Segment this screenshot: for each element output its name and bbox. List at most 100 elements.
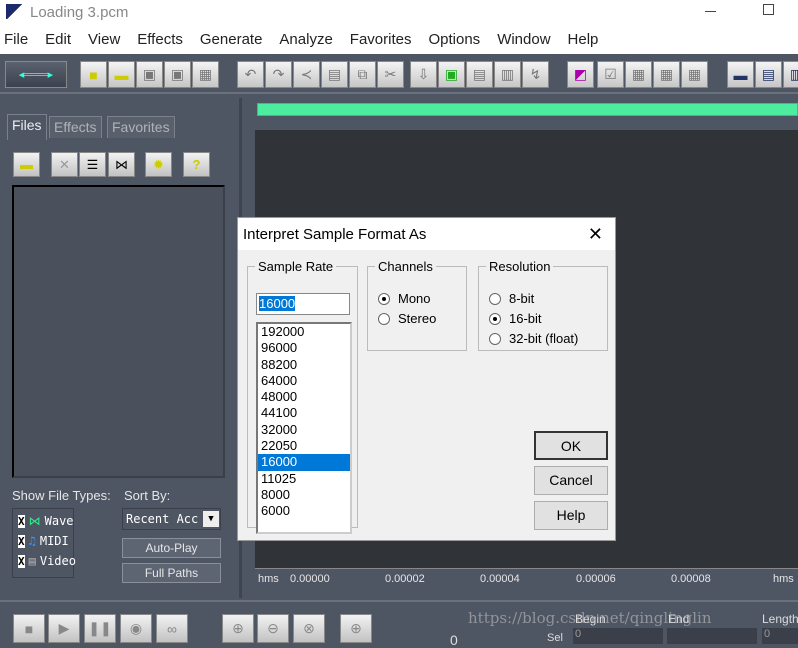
menu-options[interactable]: Options <box>428 31 480 48</box>
sample-rate-option[interactable]: 6000 <box>258 503 350 519</box>
insert-button[interactable]: ☰ <box>79 152 106 177</box>
auto-play-button[interactable]: Auto-Play <box>122 538 221 558</box>
save-all-button[interactable]: ▦ <box>192 61 219 88</box>
sample-rate-option[interactable]: 16000 <box>258 454 350 471</box>
menu-generate[interactable]: Generate <box>200 31 263 48</box>
minimize-icon[interactable] <box>705 11 716 12</box>
cut-button[interactable]: ✂ <box>377 61 404 88</box>
insert-multitrack-button[interactable]: ⋈ <box>108 152 135 177</box>
close-file-button[interactable]: ✕ <box>51 152 78 177</box>
checkbox-midi[interactable]: X <box>18 534 25 548</box>
maximize-icon[interactable] <box>763 4 774 15</box>
full-paths-button[interactable]: Full Paths <box>122 563 221 583</box>
close-icon[interactable]: ✕ <box>588 224 603 245</box>
tab-effects[interactable]: Effects <box>49 116 102 138</box>
ok-button[interactable]: OK <box>534 431 608 460</box>
open-button[interactable]: ▬ <box>108 61 135 88</box>
pause-button[interactable]: ❚❚ <box>84 614 116 643</box>
cancel-button[interactable]: Cancel <box>534 466 608 495</box>
sample-rate-option[interactable]: 44100 <box>258 405 350 421</box>
file-list[interactable] <box>12 185 225 478</box>
spectral-button[interactable]: ◩ <box>567 61 594 88</box>
sample-rate-option[interactable]: 32000 <box>258 422 350 438</box>
checkbox-video[interactable]: X <box>18 554 25 568</box>
sample-rate-option[interactable]: 22050 <box>258 438 350 454</box>
radio-32bit-float[interactable]: 32-bit (float) <box>489 331 578 346</box>
zoom-full-button[interactable]: ⊗ <box>293 614 325 643</box>
sample-rate-option[interactable]: 48000 <box>258 389 350 405</box>
checkbox-wave[interactable]: X <box>18 514 25 528</box>
chevron-down-icon[interactable]: ▼ <box>203 511 219 527</box>
sample-rate-option[interactable]: 11025 <box>258 471 350 487</box>
zoom-in-button[interactable]: ⊕ <box>222 614 254 643</box>
check-button[interactable]: ☑ <box>597 61 624 88</box>
select-button[interactable]: ↯ <box>522 61 549 88</box>
sel-length-field[interactable]: 0 <box>762 628 798 644</box>
menu-analyze[interactable]: Analyze <box>279 31 332 48</box>
help-button[interactable]: Help <box>534 501 608 530</box>
paste-new-button[interactable]: ▣ <box>438 61 465 88</box>
menu-help[interactable]: Help <box>568 31 599 48</box>
radio-circle[interactable] <box>489 292 501 305</box>
sample-rate-option[interactable]: 192000 <box>258 324 350 340</box>
sel-end-field[interactable] <box>667 628 757 644</box>
sort-by-select[interactable]: Recent Acc ▼ <box>122 508 221 530</box>
redo-button[interactable]: ↷ <box>265 61 292 88</box>
radio-circle[interactable] <box>489 312 501 325</box>
file-type-wave[interactable]: X ⋈ Wave <box>18 511 74 531</box>
tab-files[interactable]: Files <box>7 114 47 140</box>
help-button[interactable]: ? <box>183 152 210 177</box>
stop-button[interactable]: ■ <box>13 614 45 643</box>
radio-mono[interactable]: Mono <box>378 291 431 306</box>
sample-rate-option[interactable]: 88200 <box>258 357 350 373</box>
view1-button[interactable]: ▬ <box>727 61 754 88</box>
grid3-button[interactable]: ▦ <box>681 61 708 88</box>
radio-circle[interactable] <box>489 332 501 345</box>
sample-rate-input[interactable]: 16000 <box>256 293 350 315</box>
save-as-button[interactable]: ▣ <box>164 61 191 88</box>
radio-circle[interactable] <box>378 312 390 325</box>
loop-button[interactable]: ∞ <box>156 614 188 643</box>
dialog-title: Interpret Sample Format As <box>243 225 427 243</box>
play-to-end-button[interactable]: ◉ <box>120 614 152 643</box>
sample-rate-option[interactable]: 96000 <box>258 340 350 356</box>
zoom-vertical-button[interactable]: ⊕ <box>340 614 372 643</box>
radio-stereo[interactable]: Stereo <box>378 311 436 326</box>
sample-rate-list[interactable]: 192000 96000 88200 64000 48000 44100 32000 2205… <box>256 322 352 534</box>
radio-16bit[interactable]: 16-bit <box>489 311 542 326</box>
menu-view[interactable]: View <box>88 31 120 48</box>
play-button[interactable]: ▶ <box>48 614 80 643</box>
file-type-midi[interactable]: X ♫ MIDI <box>18 531 69 551</box>
undo-button[interactable]: ↶ <box>237 61 264 88</box>
multitrack-toggle-button[interactable]: ◂═══▸ <box>5 61 67 88</box>
tab-favorites[interactable]: Favorites <box>107 116 175 138</box>
radio-circle[interactable] <box>378 292 390 305</box>
menu-file[interactable]: File <box>4 31 28 48</box>
grid1-button[interactable]: ▦ <box>625 61 652 88</box>
redo-icon: ↷ <box>272 66 285 82</box>
sel-begin-field[interactable]: 0 <box>573 628 663 644</box>
trim-button[interactable]: ▥ <box>494 61 521 88</box>
sample-rate-option[interactable]: 8000 <box>258 487 350 503</box>
new-button[interactable]: ■ <box>80 61 107 88</box>
radio-8bit[interactable]: 8-bit <box>489 291 534 306</box>
open-file-button[interactable]: ▬ <box>13 152 40 177</box>
view3-button[interactable]: ▥ <box>783 61 798 88</box>
grid2-button[interactable]: ▦ <box>653 61 680 88</box>
overview-bar[interactable] <box>257 103 798 116</box>
menu-edit[interactable]: Edit <box>45 31 71 48</box>
options-button[interactable]: ✹ <box>145 152 172 177</box>
mix-paste-button[interactable]: ▤ <box>466 61 493 88</box>
save-button[interactable]: ▣ <box>136 61 163 88</box>
file-type-video[interactable]: X ▤ Video <box>18 551 76 571</box>
repeat-button[interactable]: ≺ <box>293 61 320 88</box>
paste-button[interactable]: ⇩ <box>410 61 437 88</box>
view2-button[interactable]: ▤ <box>755 61 782 88</box>
menu-effects[interactable]: Effects <box>137 31 183 48</box>
copy-to-new-button[interactable]: ▤ <box>321 61 348 88</box>
menu-window[interactable]: Window <box>497 31 550 48</box>
copy-button[interactable]: ⧉ <box>349 61 376 88</box>
sample-rate-option[interactable]: 64000 <box>258 373 350 389</box>
menu-favorites[interactable]: Favorites <box>350 31 412 48</box>
zoom-out-button[interactable]: ⊖ <box>257 614 289 643</box>
